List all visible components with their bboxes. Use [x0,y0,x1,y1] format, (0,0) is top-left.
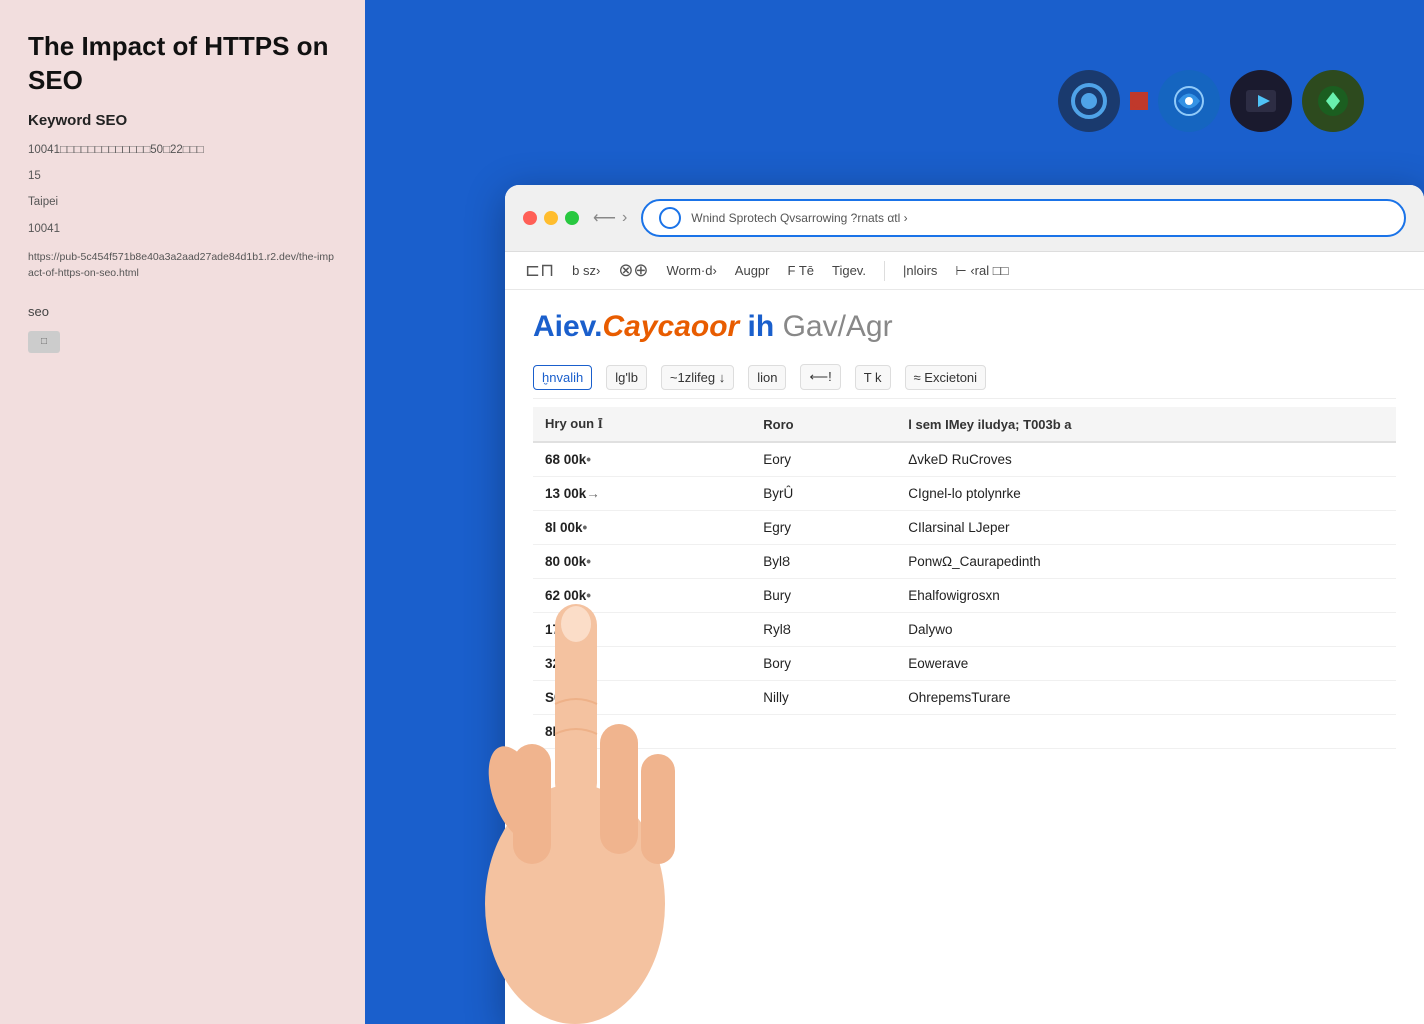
icon-browser-1 [1058,70,1120,132]
cell-num-3: 80 00k• [533,545,751,579]
cell-col2-4: Bury [751,579,896,613]
browser-chrome: ⟵ › Wnind Sprotech Qvsarrowing ?rnats αt… [505,185,1424,252]
sub-btn-lion[interactable]: lion [748,365,786,390]
cell-num-8: 8F 00k• [533,715,751,749]
cell-col3-3: PonwΩ_Caurapedinth [896,545,1396,579]
cell-col3-8 [896,715,1396,749]
cell-col2-6: Bory [751,647,896,681]
red-dot [1130,92,1148,110]
toolbar-augpr[interactable]: Augpr [735,263,770,278]
cell-col2-1: ByrȖ [751,477,896,511]
sub-toolbar: ḫnvalih lg'lb ~1zlifeg ↓ lion ⟵! T k ≈ E… [533,356,1396,399]
cell-num-5: 17 00k• [533,613,751,647]
toolbar-text-1[interactable]: b sz› [572,263,600,278]
cell-col3-1: CIgnel-lo ptolynrke [896,477,1396,511]
heading-part2: Caycaoor [602,310,739,343]
col-header-3: l sem IMey iludya; T003b a [896,407,1396,442]
cell-col2-8 [751,715,896,749]
article-url: https://pub-5c454f571b8e40a3a2aad27ade84… [28,250,337,282]
col-header-1: Hry oun Ī [533,407,751,442]
cell-col2-0: Eory [751,442,896,477]
cell-col2-7: Nilly [751,681,896,715]
browser-icons [1058,70,1364,132]
left-sidebar: The Impact of HTTPS on SEO Keyword SEO 1… [0,0,365,1024]
cell-num-0: 68 00k• [533,442,751,477]
keyword-label: Keyword SEO [28,112,337,129]
nav-buttons: ⟵ › [593,208,627,228]
cell-col3-2: CIlarsinal LJeper [896,511,1396,545]
table-row: 13 00k→ ByrȖ CIgnel-lo ptolynrke [533,477,1396,511]
table-row: 68 00k• Eory ΔvkeD RuCroves [533,442,1396,477]
cell-num-6: 32 00k• [533,647,751,681]
sub-btn-lg[interactable]: lg'lb [606,365,647,390]
cell-col3-7: OhrepemsTurare [896,681,1396,715]
table-row: 62 00k• Bury Ehalfowigrosxn [533,579,1396,613]
col-header-2: Roro [751,407,896,442]
seo-label: seo [28,304,337,319]
table-row: 17 00k• RylȢ Dalywo [533,613,1396,647]
cell-col3-6: Eowerave [896,647,1396,681]
toolbar-ral[interactable]: ⊢ ‹ral □□ [955,263,1008,279]
sub-btn-tk[interactable]: T k [855,365,891,390]
table-row: 80 00k• BylȢ PonwΩ_Caurapedinth [533,545,1396,579]
forward-icon[interactable]: › [622,209,627,227]
cell-num-2: 8l 00k• [533,511,751,545]
cell-num-4: 62 00k• [533,579,751,613]
cell-num-1: 13 00k→ [533,477,751,511]
icon-browser-2 [1158,70,1220,132]
toolbar-te[interactable]: F Tē [788,263,815,278]
sub-btn-arrow[interactable]: ⟵! [800,364,840,390]
postal-code: 10041 [28,220,337,238]
sub-btn-exciet[interactable]: ≈ Excietoni [905,365,987,390]
table-row: 32 00k• Bory Eowerave [533,647,1396,681]
cell-col3-4: Ehalfowigrosxn [896,579,1396,613]
cell-col2-5: RylȢ [751,613,896,647]
toolbar-icon-2[interactable]: ⊗⊕ [618,260,648,281]
city: Taipei [28,193,337,211]
close-button[interactable] [523,211,537,225]
traffic-lights [523,211,579,225]
sub-btn-lifeg[interactable]: ~1zlifeg ↓ [661,365,734,390]
cell-num-7: S0 00k• [533,681,751,715]
icon-browser-4 [1302,70,1364,132]
back-icon[interactable]: ⟵ [593,208,616,228]
sub-btn-invalid[interactable]: ḫnvalih [533,365,592,390]
table-row: 8F 00k• [533,715,1396,749]
url-text: Wnind Sprotech Qvsarrowing ?rnats αtl › [691,211,907,225]
toolbar-worm[interactable]: Worm·d› [666,263,716,278]
article-title: The Impact of HTTPS on SEO [28,30,337,98]
table-row: 8l 00k• Egry CIlarsinal LJeper [533,511,1396,545]
app-heading: Aiev.Caycaoor ih Gav/Agr [533,310,1396,344]
url-icon [659,207,681,229]
heading-part3: ih [739,310,774,343]
toolbar-divider [884,261,885,281]
table-body: 68 00k• Eory ΔvkeD RuCroves 13 00k→ ByrȖ… [533,442,1396,749]
icon-browser-3 [1230,70,1292,132]
cell-col2-2: Egry [751,511,896,545]
app-content: Aiev.Caycaoor ih Gav/Agr ḫnvalih lg'lb ~… [505,290,1424,769]
meta-line1: 10041□□□□□□□□□□□□□50□22□□□ [28,141,337,159]
cell-col3-5: Dalywo [896,613,1396,647]
cell-col2-3: BylȢ [751,545,896,579]
meta-line2: 15 [28,167,337,185]
maximize-button[interactable] [565,211,579,225]
heading-part4: Gav/Agr [783,310,893,343]
minimize-button[interactable] [544,211,558,225]
cell-col3-0: ΔvkeD RuCroves [896,442,1396,477]
app-toolbar: ⊏⊓ b sz› ⊗⊕ Worm·d› Augpr F Tē Tigev. |n… [505,252,1424,290]
url-bar[interactable]: Wnind Sprotech Qvsarrowing ?rnats αtl › [641,199,1406,237]
browser-window: ⟵ › Wnind Sprotech Qvsarrowing ?rnats αt… [505,185,1424,1024]
toolbar-nloirs[interactable]: |nloirs [903,263,937,278]
right-panel: ⟵ › Wnind Sprotech Qvsarrowing ?rnats αt… [365,0,1424,1024]
toolbar-icon-1[interactable]: ⊏⊓ [525,260,554,281]
table-header-row: Hry oun Ī Roro l sem IMey iludya; T003b … [533,407,1396,442]
data-table: Hry oun Ī Roro l sem IMey iludya; T003b … [533,407,1396,749]
seo-icon: □ [28,331,60,353]
toolbar-tiger[interactable]: Tigev. [832,263,866,278]
table-row: S0 00k• Nilly OhrepemsTurare [533,681,1396,715]
heading-part1: Aiev. [533,310,602,343]
